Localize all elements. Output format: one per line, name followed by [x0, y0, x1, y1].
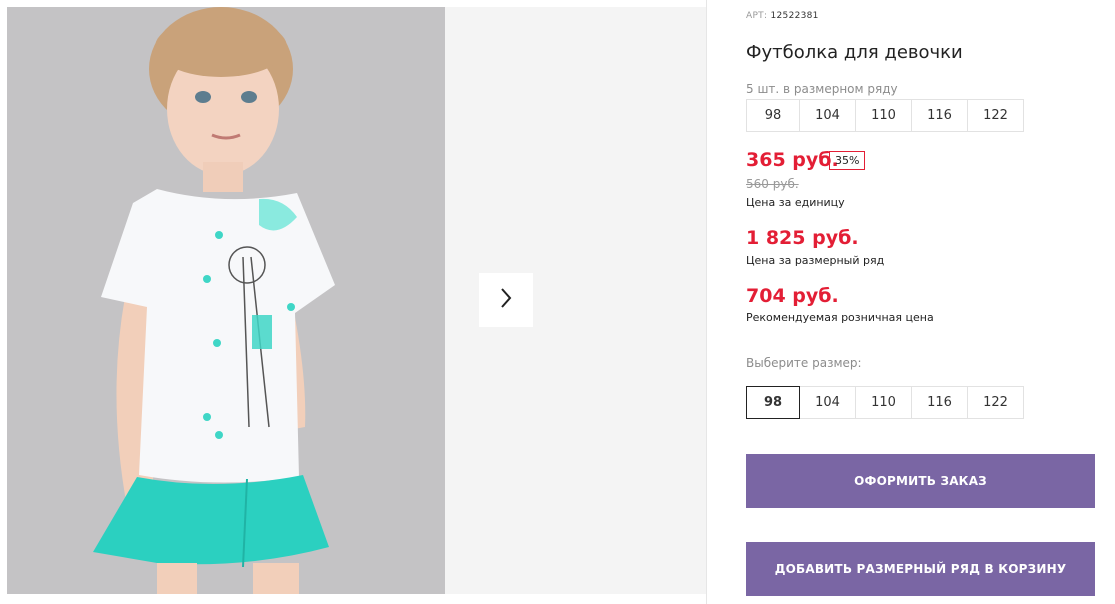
size-option-116[interactable]: 116 — [911, 386, 968, 419]
old-price: 560 руб. — [746, 177, 799, 191]
pack-size-list: 98 104 110 116 122 — [746, 99, 1024, 132]
order-button[interactable]: ОФОРМИТЬ ЗАКАЗ — [746, 454, 1095, 508]
retail-price: 704 руб. — [746, 285, 839, 307]
pack-size-cell: 110 — [855, 99, 912, 132]
article-number: АРТ: 12522381 — [746, 11, 819, 21]
size-option-104[interactable]: 104 — [799, 386, 856, 419]
article-value: 12522381 — [770, 11, 819, 21]
pack-note: 5 шт. в размерном ряду — [746, 82, 898, 96]
size-option-122[interactable]: 122 — [967, 386, 1024, 419]
size-option-98[interactable]: 98 — [746, 386, 800, 419]
choose-size-label: Выберите размер: — [746, 356, 862, 370]
unit-price: 365 руб. — [746, 149, 839, 171]
article-label: АРТ: — [746, 11, 768, 21]
add-pack-to-cart-button[interactable]: ДОБАВИТЬ РАЗМЕРНЫЙ РЯД В КОРЗИНУ — [746, 542, 1095, 596]
retail-price-caption: Рекомендуемая розничная цена — [746, 311, 934, 324]
pack-size-cell: 98 — [746, 99, 800, 132]
next-photo-button[interactable] — [479, 273, 533, 327]
unit-price-caption: Цена за единицу — [746, 196, 845, 209]
chevron-right-icon — [497, 286, 515, 314]
product-photo-illustration — [7, 7, 445, 594]
pack-price-caption: Цена за размерный ряд — [746, 254, 885, 267]
product-title: Футболка для девочки — [746, 42, 963, 63]
pack-size-cell: 104 — [799, 99, 856, 132]
discount-badge: 35% — [829, 151, 866, 170]
pack-size-cell: 122 — [967, 99, 1024, 132]
product-gallery — [0, 0, 706, 604]
product-details: АРТ: 12522381 Футболка для девочки 5 шт.… — [746, 0, 1096, 604]
pack-price: 1 825 руб. — [746, 227, 859, 249]
size-selector: 98 104 110 116 122 — [746, 386, 1024, 419]
vertical-divider — [706, 0, 707, 604]
pack-size-cell: 116 — [911, 99, 968, 132]
size-option-110[interactable]: 110 — [855, 386, 912, 419]
product-photo[interactable] — [7, 7, 445, 594]
